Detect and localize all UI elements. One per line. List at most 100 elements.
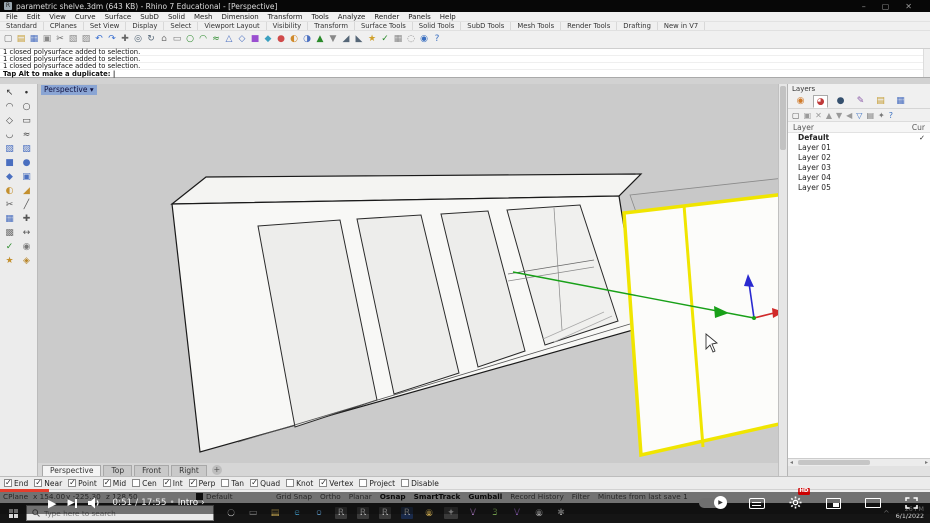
pan[interactable]: ✚ [119,33,131,46]
circle-tool[interactable]: ○ [18,100,35,114]
scroll-left-icon[interactable]: ◂ [790,459,793,467]
curve-tool[interactable]: ◠ [1,100,18,114]
menu-item[interactable]: Help [440,13,456,21]
layer-row[interactable]: Layer 02 [788,153,930,163]
fillet[interactable]: ◢ [340,33,352,46]
menu-item[interactable]: Surface [105,13,132,21]
undo[interactable]: ↶ [93,33,105,46]
viewport-tab[interactable]: Perspective [42,465,101,476]
toolbar-tab[interactable]: Standard [0,22,44,30]
solid[interactable]: ◆ [262,33,274,46]
chamfer[interactable]: ◣ [353,33,365,46]
help[interactable]: ? [431,33,443,46]
perspective-viewport[interactable]: Perspective ▾ [38,84,778,463]
toolbar-tab[interactable]: Mesh Tools [511,22,561,30]
theater-mode-icon[interactable] [865,498,881,508]
layer-row[interactable]: Default ✓ [788,133,930,143]
layer-row[interactable]: Layer 03 [788,163,930,173]
grid[interactable]: ▦ [392,33,404,46]
osnap-option[interactable]: Tan [221,479,244,488]
layer-tools[interactable]: ✦ [878,111,885,120]
patch[interactable]: ◇ [236,33,248,46]
toolbar-tab[interactable]: Select [164,22,198,30]
copy[interactable]: ▧ [67,33,79,46]
collapse[interactable]: ◀ [846,111,852,120]
toolbar-tab[interactable]: New in V7 [658,22,705,30]
checkbox[interactable] [68,479,76,487]
menu-item[interactable]: Edit [27,13,41,21]
toolbar-tab[interactable]: Display [126,22,164,30]
freeform-curve[interactable]: ≈ [18,128,35,142]
menu-item[interactable]: Dimension [221,13,258,21]
move-down[interactable]: ▼ [836,111,842,120]
material-tool[interactable]: ◈ [18,254,35,268]
box-tool[interactable]: ■ [1,156,18,170]
toolbar-tab[interactable]: Surface Tools [355,22,413,30]
properties-tab[interactable]: ◉ [793,95,808,108]
layer-row[interactable]: Layer 05 [788,183,930,193]
subtitles-icon[interactable] [749,498,765,509]
move-tool[interactable]: ✚ [18,212,35,226]
points[interactable]: ∙ [18,86,35,100]
redo[interactable]: ↷ [106,33,118,46]
sweep-tool[interactable]: ▨ [18,142,35,156]
new-file[interactable]: ▢ [2,33,14,46]
autoplay-toggle[interactable] [699,498,725,508]
layers-hscrollbar[interactable]: ◂ ▸ [788,458,930,466]
toolbar-tab[interactable]: Solid Tools [413,22,461,30]
menu-item[interactable]: File [6,13,18,21]
split-tool[interactable]: ╱ [18,198,35,212]
menu-item[interactable]: Panels [408,13,431,21]
miniplayer-icon[interactable] [826,498,841,509]
add-viewport-button[interactable]: + [212,465,222,475]
video-progress-track[interactable] [0,489,930,492]
menu-item[interactable]: Render [374,13,399,21]
viewport-tab[interactable]: Top [103,465,132,476]
delete-layer[interactable]: ✕ [815,111,822,120]
menu-item[interactable]: View [49,13,66,21]
join-tool[interactable]: ▦ [1,212,18,226]
check-tool[interactable]: ✓ [1,240,18,254]
arc[interactable]: ◠ [197,33,209,46]
open-file[interactable]: ▤ [15,33,27,46]
play-icon[interactable]: ▶ [48,497,56,510]
toolbar-tab[interactable]: Drafting [617,22,658,30]
osnap-option[interactable]: Int [163,479,183,488]
sphere[interactable]: ● [275,33,287,46]
menu-item[interactable]: Transform [268,13,303,21]
extrude-tool[interactable]: ▣ [18,170,35,184]
scale-tool[interactable]: ↔ [18,226,35,240]
circle[interactable]: ○ [184,33,196,46]
layer-row[interactable]: Layer 04 [788,173,930,183]
osnap-option[interactable]: Vertex [319,479,353,488]
scroll-right-icon[interactable]: ▸ [925,459,928,467]
polygon-tool[interactable]: ◇ [1,114,18,128]
menu-item[interactable]: Curve [75,13,96,21]
boolean-difference[interactable]: ◑ [301,33,313,46]
toolbar-tab[interactable]: Viewport Layout [198,22,266,30]
curve[interactable]: ≈ [210,33,222,46]
osnap-option[interactable]: Perp [189,479,216,488]
viewport-scrollbar[interactable] [778,84,787,476]
help[interactable]: ? [889,111,893,120]
new-layer[interactable]: ▢ [792,111,800,120]
toolbar-tab[interactable]: Transform [308,22,355,30]
next-icon[interactable]: ▶ [67,498,77,508]
scrollbar-thumb[interactable] [780,86,786,150]
toolbar-tab[interactable]: SubD Tools [461,22,511,30]
web[interactable]: ◉ [418,33,430,46]
chapter-arrow-icon[interactable]: › [201,498,205,508]
osnap-option[interactable]: Mid [103,479,126,488]
list-view[interactable]: ▤ [866,111,874,120]
volume-icon[interactable] [88,497,101,509]
arc-tool[interactable]: ◡ [1,128,18,142]
checkbox[interactable] [250,479,258,487]
chapter-title[interactable]: Intro [178,498,198,508]
video-progress-bar[interactable] [0,489,49,492]
osnap-option[interactable]: Knot [286,479,313,488]
analyze-tool[interactable]: ◉ [18,240,35,254]
viewport-title-chip[interactable]: Perspective ▾ [41,85,97,95]
checkbox[interactable] [132,479,140,487]
array-tool[interactable]: ▩ [1,226,18,240]
checkbox[interactable] [401,479,409,487]
